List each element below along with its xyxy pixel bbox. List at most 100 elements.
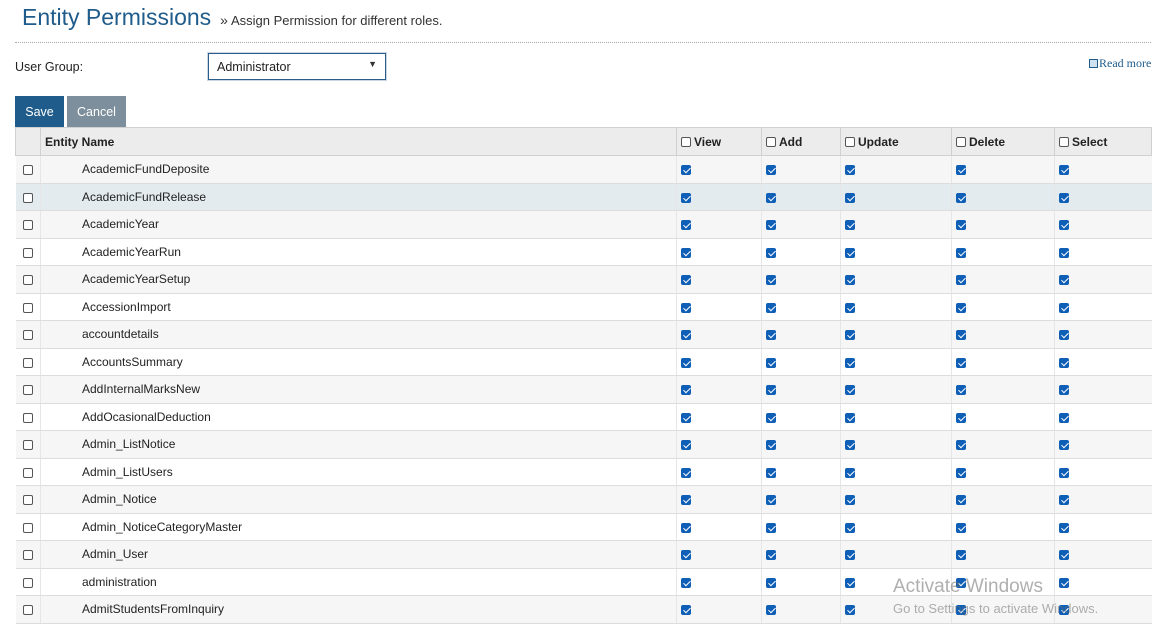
select-permission-checkbox[interactable] <box>1059 385 1069 396</box>
update-permission-checkbox[interactable] <box>845 550 855 561</box>
view-permission-checkbox[interactable] <box>681 467 691 478</box>
row-select-checkbox[interactable] <box>22 165 33 176</box>
select-permission-checkbox[interactable] <box>1059 577 1069 588</box>
add-permission-checkbox[interactable] <box>766 550 776 561</box>
update-permission-checkbox[interactable] <box>845 192 855 203</box>
delete-permission-checkbox[interactable] <box>956 247 966 258</box>
row-select-checkbox[interactable] <box>22 330 33 341</box>
delete-permission-checkbox[interactable] <box>956 550 966 561</box>
select-permission-checkbox[interactable] <box>1059 522 1069 533</box>
add-permission-checkbox[interactable] <box>766 495 776 506</box>
select-permission-checkbox[interactable] <box>1059 467 1069 478</box>
add-permission-checkbox[interactable] <box>766 302 776 313</box>
update-permission-checkbox[interactable] <box>845 605 855 616</box>
row-select-checkbox[interactable] <box>22 275 33 286</box>
view-permission-checkbox[interactable] <box>681 385 691 396</box>
cancel-button[interactable]: Cancel <box>67 96 126 127</box>
row-select-checkbox[interactable] <box>22 192 33 203</box>
update-permission-checkbox[interactable] <box>845 440 855 451</box>
update-permission-checkbox[interactable] <box>845 385 855 396</box>
update-permission-checkbox[interactable] <box>845 467 855 478</box>
select-permission-checkbox[interactable] <box>1059 165 1069 176</box>
delete-permission-checkbox[interactable] <box>956 302 966 313</box>
select-permission-checkbox[interactable] <box>1059 440 1069 451</box>
select-permission-checkbox[interactable] <box>1059 357 1069 368</box>
select-permission-checkbox[interactable] <box>1059 275 1069 286</box>
add-permission-checkbox[interactable] <box>766 192 776 203</box>
delete-permission-checkbox[interactable] <box>956 605 966 616</box>
row-select-checkbox[interactable] <box>22 522 33 533</box>
add-permission-checkbox[interactable] <box>766 412 776 423</box>
update-permission-checkbox[interactable] <box>845 357 855 368</box>
row-select-checkbox[interactable] <box>22 577 33 588</box>
view-permission-checkbox[interactable] <box>681 275 691 286</box>
view-permission-checkbox[interactable] <box>681 605 691 616</box>
delete-permission-checkbox[interactable] <box>956 192 966 203</box>
select-all-delete-checkbox[interactable] <box>956 136 966 147</box>
row-select-checkbox[interactable] <box>22 467 33 478</box>
add-permission-checkbox[interactable] <box>766 385 776 396</box>
select-all-view-checkbox[interactable] <box>681 136 691 147</box>
update-permission-checkbox[interactable] <box>845 412 855 423</box>
update-permission-checkbox[interactable] <box>845 165 855 176</box>
view-permission-checkbox[interactable] <box>681 165 691 176</box>
select-permission-checkbox[interactable] <box>1059 412 1069 423</box>
update-permission-checkbox[interactable] <box>845 330 855 341</box>
row-select-checkbox[interactable] <box>22 550 33 561</box>
view-permission-checkbox[interactable] <box>681 220 691 231</box>
add-permission-checkbox[interactable] <box>766 357 776 368</box>
update-permission-checkbox[interactable] <box>845 302 855 313</box>
add-permission-checkbox[interactable] <box>766 467 776 478</box>
add-permission-checkbox[interactable] <box>766 275 776 286</box>
update-permission-checkbox[interactable] <box>845 577 855 588</box>
view-permission-checkbox[interactable] <box>681 412 691 423</box>
select-permission-checkbox[interactable] <box>1059 550 1069 561</box>
row-select-checkbox[interactable] <box>22 495 33 506</box>
view-permission-checkbox[interactable] <box>681 330 691 341</box>
update-permission-checkbox[interactable] <box>845 247 855 258</box>
delete-permission-checkbox[interactable] <box>956 385 966 396</box>
row-select-checkbox[interactable] <box>22 220 33 231</box>
select-all-select-checkbox[interactable] <box>1059 136 1069 147</box>
select-permission-checkbox[interactable] <box>1059 495 1069 506</box>
select-all-add-checkbox[interactable] <box>766 136 776 147</box>
view-permission-checkbox[interactable] <box>681 495 691 506</box>
save-button[interactable]: Save <box>15 96 64 127</box>
delete-permission-checkbox[interactable] <box>956 412 966 423</box>
delete-permission-checkbox[interactable] <box>956 220 966 231</box>
delete-permission-checkbox[interactable] <box>956 275 966 286</box>
update-permission-checkbox[interactable] <box>845 275 855 286</box>
add-permission-checkbox[interactable] <box>766 440 776 451</box>
select-permission-checkbox[interactable] <box>1059 220 1069 231</box>
row-select-checkbox[interactable] <box>22 385 33 396</box>
add-permission-checkbox[interactable] <box>766 522 776 533</box>
delete-permission-checkbox[interactable] <box>956 495 966 506</box>
add-permission-checkbox[interactable] <box>766 247 776 258</box>
delete-permission-checkbox[interactable] <box>956 467 966 478</box>
delete-permission-checkbox[interactable] <box>956 440 966 451</box>
delete-permission-checkbox[interactable] <box>956 577 966 588</box>
delete-permission-checkbox[interactable] <box>956 330 966 341</box>
row-select-checkbox[interactable] <box>22 247 33 258</box>
delete-permission-checkbox[interactable] <box>956 522 966 533</box>
view-permission-checkbox[interactable] <box>681 550 691 561</box>
add-permission-checkbox[interactable] <box>766 577 776 588</box>
row-select-checkbox[interactable] <box>22 412 33 423</box>
add-permission-checkbox[interactable] <box>766 165 776 176</box>
add-permission-checkbox[interactable] <box>766 605 776 616</box>
add-permission-checkbox[interactable] <box>766 220 776 231</box>
row-select-checkbox[interactable] <box>22 440 33 451</box>
row-select-checkbox[interactable] <box>22 605 33 616</box>
select-all-update-checkbox[interactable] <box>845 136 855 147</box>
view-permission-checkbox[interactable] <box>681 440 691 451</box>
update-permission-checkbox[interactable] <box>845 522 855 533</box>
view-permission-checkbox[interactable] <box>681 192 691 203</box>
select-permission-checkbox[interactable] <box>1059 247 1069 258</box>
select-permission-checkbox[interactable] <box>1059 302 1069 313</box>
read-more-link[interactable]: Read more <box>1089 56 1151 71</box>
row-select-checkbox[interactable] <box>22 357 33 368</box>
view-permission-checkbox[interactable] <box>681 522 691 533</box>
delete-permission-checkbox[interactable] <box>956 357 966 368</box>
view-permission-checkbox[interactable] <box>681 577 691 588</box>
update-permission-checkbox[interactable] <box>845 220 855 231</box>
